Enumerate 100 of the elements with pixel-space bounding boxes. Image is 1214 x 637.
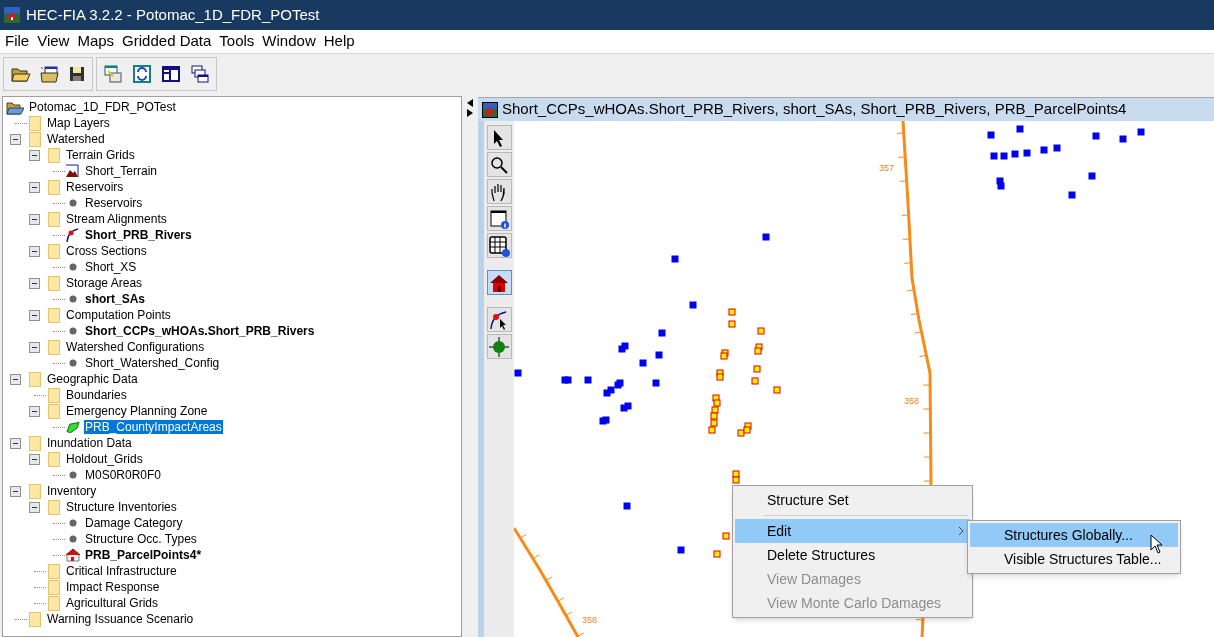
tree-item[interactable]: PRB_CountyImpactAreas [84, 420, 223, 434]
menu-item[interactable]: File [2, 30, 33, 53]
menu-item[interactable]: Tools [216, 30, 258, 53]
menu-item[interactable]: Gridded Data [119, 30, 215, 53]
menu-item[interactable]: Window [259, 30, 319, 53]
menu-item[interactable]: Maps [74, 30, 118, 53]
collapse-toggle-icon[interactable] [10, 373, 21, 385]
open-folder-icon[interactable] [10, 65, 31, 83]
point-marker [658, 329, 666, 337]
river-station-label: 358 [582, 615, 598, 625]
collapse-toggle-icon[interactable] [29, 277, 40, 289]
tree-item[interactable]: Watershed [46, 132, 106, 146]
collapse-toggle-icon[interactable] [10, 485, 21, 497]
cascade-windows-icon[interactable] [190, 65, 209, 83]
tree-item[interactable]: Warning Issuance Scenario [46, 612, 195, 626]
tree-item[interactable]: PRB_ParcelPoints4* [84, 548, 203, 562]
map-window-icon [482, 101, 498, 118]
tree-item[interactable]: Short_PRB_Rivers [84, 228, 193, 242]
tree-item[interactable]: Computation Points [65, 308, 172, 322]
tree-item[interactable]: Storage Areas [65, 276, 144, 290]
collapse-toggle-icon[interactable] [29, 341, 40, 353]
tree-item[interactable]: Impact Response [65, 580, 161, 594]
point-marker [639, 359, 647, 367]
menu-item[interactable]: Structures Globally... [970, 523, 1178, 547]
menu-item[interactable]: Delete Structures [735, 543, 970, 567]
collapse-toggle-icon[interactable] [29, 453, 40, 465]
point-marker [990, 152, 998, 160]
tree-item[interactable]: Terrain Grids [65, 148, 136, 162]
tree-item[interactable]: Short_Terrain [84, 164, 159, 178]
map-window-title: Short_CCPs_wHOAs.Short_PRB_Rivers, short_SAs, Short_PRB_Rivers, PRB_ParcelPoints4 [502, 99, 1127, 120]
river-station-label: 357 [879, 163, 895, 173]
window-edit-icon[interactable] [104, 65, 123, 83]
tree-item[interactable]: Agricultural Grids [65, 596, 160, 610]
tree-item[interactable]: Inventory [46, 484, 98, 498]
crosshair-point-icon [488, 335, 510, 358]
tree-item[interactable]: Short_CCPs_wHOAs.Short_PRB_Rivers [84, 324, 316, 338]
window-info-icon [488, 207, 510, 230]
tree-item[interactable]: Emergency Planning Zone [65, 404, 209, 418]
folder-icon [48, 179, 60, 195]
map-tool-button[interactable] [486, 179, 512, 204]
tree-item[interactable]: Short_Watershed_Config [84, 356, 221, 370]
structure-marker [753, 365, 761, 373]
point-marker [1011, 150, 1019, 158]
tree-item[interactable]: Reservoirs [84, 196, 144, 210]
tree-item[interactable]: M0S0R0R0F0 [84, 468, 163, 482]
point-marker [1000, 152, 1008, 160]
tree-item[interactable]: Holdout_Grids [65, 452, 144, 466]
tree-item[interactable]: Short_XS [84, 260, 138, 274]
collapse-toggle-icon[interactable] [29, 213, 40, 225]
folder-icon [48, 275, 60, 291]
map-tool-button[interactable] [486, 152, 512, 177]
dot-icon [69, 535, 77, 543]
dot-icon [69, 471, 77, 479]
folder-icon [48, 499, 60, 515]
collapse-toggle-icon[interactable] [29, 309, 40, 321]
tree-item[interactable]: Map Layers [46, 116, 111, 130]
tree-item[interactable]: Potomac_1D_FDR_POTest [28, 100, 177, 114]
folder-window-icon[interactable] [40, 65, 60, 83]
map-tool-button[interactable] [486, 307, 512, 332]
collapse-toggle-icon[interactable] [29, 181, 40, 193]
menu-item[interactable]: Visible Structures Table... [970, 547, 1178, 571]
point-marker [514, 369, 522, 377]
tree-item[interactable]: Structure Inventories [65, 500, 178, 514]
refresh-window-icon[interactable] [133, 65, 152, 83]
collapse-toggle-icon[interactable] [10, 437, 21, 449]
menu-item[interactable]: Help [320, 30, 358, 53]
save-icon[interactable] [69, 66, 86, 82]
menu-item[interactable]: Edit [735, 519, 970, 543]
menu-item[interactable]: View [34, 30, 73, 53]
app-icon [4, 7, 20, 23]
table-info-icon [488, 234, 510, 257]
collapse-toggle-icon[interactable] [29, 501, 40, 513]
tree-item[interactable]: short_SAs [84, 292, 147, 306]
tree-item[interactable]: Damage Category [84, 516, 184, 530]
collapse-toggle-icon[interactable] [29, 245, 40, 257]
tree-item[interactable]: Structure Occ. Types [84, 532, 198, 546]
structure-marker [773, 386, 781, 394]
tree-item[interactable]: Boundaries [65, 388, 128, 402]
tree-item[interactable]: Cross Sections [65, 244, 148, 258]
point-marker [677, 546, 685, 554]
point-marker [671, 255, 679, 263]
tree-item[interactable]: Geographic Data [46, 372, 139, 386]
menu-item[interactable]: Structure Set [735, 488, 970, 512]
folder-icon [48, 595, 60, 611]
expand-right-icon[interactable] [467, 109, 473, 117]
map-tool-button[interactable] [486, 206, 512, 231]
tree-item[interactable]: Inundation Data [46, 436, 133, 450]
split-window-icon[interactable] [161, 66, 180, 82]
tree-item[interactable]: Watershed Configurations [65, 340, 206, 354]
folder-icon [48, 211, 60, 227]
collapse-toggle-icon[interactable] [10, 133, 21, 145]
collapse-toggle-icon[interactable] [29, 149, 40, 161]
tree-item[interactable]: Reservoirs [65, 180, 125, 194]
map-tool-button[interactable] [486, 233, 512, 258]
map-tool-button[interactable] [486, 125, 512, 150]
collapse-left-icon[interactable] [467, 99, 473, 107]
collapse-toggle-icon[interactable] [29, 405, 40, 417]
map-tool-button[interactable] [486, 270, 512, 295]
tree-item[interactable]: Stream Alignments [65, 212, 168, 226]
tree-item[interactable]: Critical Infrastructure [65, 564, 178, 578]
